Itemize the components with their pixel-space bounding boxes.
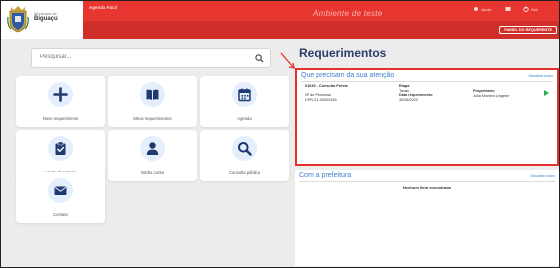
proprietario-value: Julia Moreira Lingeier <box>473 93 510 98</box>
data-label: Data requerimento <box>399 93 433 97</box>
tile-label: Minha conta <box>141 170 164 175</box>
divider <box>299 181 555 182</box>
plus-icon <box>53 87 68 102</box>
search-icon[interactable] <box>255 54 264 63</box>
clipboard-check-icon <box>55 141 66 155</box>
crest-icon <box>7 6 29 33</box>
user-icon <box>146 142 159 155</box>
view-all-link[interactable]: Visualizar todos <box>528 74 553 78</box>
app-name: Agenda Fácil <box>89 5 118 10</box>
tile-label: Contato <box>53 212 68 217</box>
tile-consulta-publica[interactable]: Consulta pública <box>200 130 289 181</box>
play-icon[interactable] <box>544 90 549 96</box>
request-name: 61630 - Consulta Prévia <box>305 84 348 88</box>
app-window: Município de Biguaçu Agenda Fácil Ambien… <box>0 0 560 268</box>
page-title: Requerimentos <box>299 46 387 60</box>
sub-bar: PAINEL DO REQUERENTE <box>83 21 559 39</box>
logo[interactable]: Município de Biguaçu <box>1 1 83 39</box>
proprietario-label: Proprietário <box>473 89 495 93</box>
top-bar: Agenda Fácil Ambiente de teste Ajuda Sai… <box>83 1 559 21</box>
calendar-icon <box>238 88 251 102</box>
attention-card: Que precisam da sua atenção Visualizar t… <box>295 68 559 166</box>
pointer-icon <box>474 7 478 11</box>
divider <box>301 81 553 82</box>
tile-contato[interactable]: Contato <box>16 172 105 223</box>
city-name: Biguaçu <box>34 16 58 22</box>
view-all-link[interactable]: Visualizar todos <box>530 174 555 178</box>
data-value: 30/08/2022 <box>399 97 419 102</box>
attention-title: Que precisam da sua atenção <box>301 72 395 79</box>
logout-link[interactable]: Sair <box>531 7 538 12</box>
search-box[interactable] <box>31 48 271 68</box>
etapa-label: Etapa <box>399 84 410 88</box>
environment-label: Ambiente de teste <box>313 9 383 18</box>
mail-icon[interactable] <box>505 6 511 12</box>
tile-novo-requerimento[interactable]: Novo requerimento <box>16 76 105 127</box>
tile-minha-conta[interactable]: Minha conta <box>108 130 197 181</box>
book-icon <box>146 89 159 100</box>
processo-value: CPR-21-00000318 <box>305 97 337 102</box>
prefeitura-card: Com a prefeitura Visualizar todos Nenhum… <box>295 170 559 266</box>
help-link[interactable]: Ajuda <box>481 7 491 12</box>
painel-requerente-button[interactable]: PAINEL DO REQUERENTE <box>499 26 557 34</box>
power-icon <box>523 6 529 12</box>
tile-label: Novo requerimento <box>42 116 79 121</box>
search-icon <box>238 142 252 156</box>
tile-meus-requerimentos[interactable]: Meus requerimentos <box>108 76 197 127</box>
header: Município de Biguaçu Agenda Fácil Ambien… <box>1 1 559 39</box>
tile-label: Agenda <box>237 116 252 121</box>
tile-agenda[interactable]: Agenda <box>200 76 289 127</box>
envelope-icon <box>54 186 67 195</box>
tile-label: Consulta pública <box>229 170 260 175</box>
tile-label: Meus requerimentos <box>133 116 172 121</box>
search-input[interactable] <box>40 54 240 60</box>
empty-message: Nenhum item encontrado <box>402 185 452 190</box>
prefeitura-title: Com a prefeitura <box>299 172 352 179</box>
